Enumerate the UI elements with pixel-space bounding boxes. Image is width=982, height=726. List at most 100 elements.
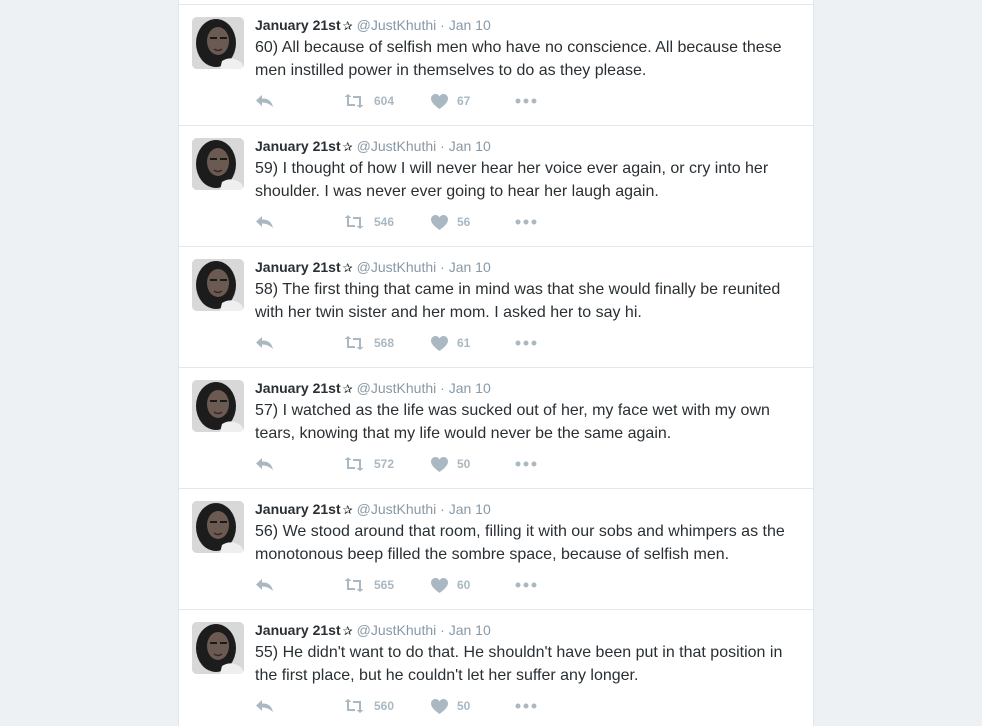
like-button[interactable]: 67 — [431, 91, 470, 111]
more-dots-icon — [515, 219, 537, 225]
tweet-date[interactable]: Jan 10 — [449, 501, 491, 517]
retweet-button[interactable]: 546 — [343, 212, 394, 232]
author-handle[interactable]: @JustKhuthi — [357, 17, 437, 33]
tweet-item[interactable]: January 21st ✰ @JustKhuthi · Jan 10 55) He… — [179, 609, 813, 726]
like-button[interactable]: 61 — [431, 333, 470, 353]
author-handle[interactable]: @JustKhuthi — [357, 138, 437, 154]
reply-button[interactable] — [255, 212, 274, 232]
tweet-date[interactable]: Jan 10 — [449, 380, 491, 396]
tweet-header: January 21st ✰ @JustKhuthi · Jan 10 — [255, 379, 491, 398]
author-handle[interactable]: @JustKhuthi — [357, 622, 437, 638]
tweet-item[interactable]: January 21st ✰ @JustKhuthi · Jan 10 60) Al… — [179, 4, 813, 125]
heart-icon — [431, 698, 448, 714]
tweet-header: January 21st ✰ @JustKhuthi · Jan 10 — [255, 500, 491, 519]
heart-icon — [431, 214, 448, 230]
avatar[interactable] — [192, 17, 244, 69]
tweet-header: January 21st ✰ @JustKhuthi · Jan 10 — [255, 621, 491, 640]
retweet-count: 604 — [374, 94, 395, 108]
separator: · — [440, 501, 445, 517]
more-dots-icon — [515, 98, 537, 104]
author-name[interactable]: January 21st — [255, 259, 341, 275]
like-button[interactable]: 56 — [431, 212, 470, 232]
heart-icon — [431, 335, 448, 351]
more-button[interactable] — [515, 696, 537, 716]
like-button[interactable]: 60 — [431, 575, 470, 595]
retweet-count: 568 — [374, 336, 395, 350]
tweet-date[interactable]: Jan 10 — [449, 622, 491, 638]
tweet-actions: 572 50 — [255, 454, 655, 474]
star-icon: ✰ — [342, 382, 353, 396]
timeline: January 21st ✰ @JustKhuthi · Jan 10 60) Al… — [178, 0, 814, 726]
reply-icon — [256, 337, 273, 349]
more-dots-icon — [515, 582, 537, 588]
like-count: 50 — [457, 457, 471, 471]
tweet-text: 57) I watched as the life was sucked out… — [255, 402, 770, 442]
separator: · — [440, 138, 445, 154]
tweet-text: 58) The first thing that came in mind wa… — [255, 281, 781, 321]
star-icon: ✰ — [342, 503, 353, 517]
retweet-button[interactable]: 572 — [343, 454, 394, 474]
more-button[interactable] — [515, 91, 537, 111]
like-button[interactable]: 50 — [431, 696, 470, 716]
tweet-actions: 546 56 — [255, 212, 655, 232]
retweet-count: 565 — [374, 578, 395, 592]
author-handle[interactable]: @JustKhuthi — [357, 380, 437, 396]
like-count: 56 — [457, 215, 471, 229]
reply-button[interactable] — [255, 575, 274, 595]
author-name[interactable]: January 21st — [255, 622, 341, 638]
retweet-button[interactable]: 565 — [343, 575, 394, 595]
retweet-button[interactable]: 560 — [343, 696, 394, 716]
more-dots-icon — [515, 340, 537, 346]
star-icon: ✰ — [342, 624, 353, 638]
reply-button[interactable] — [255, 333, 274, 353]
retweet-count: 560 — [374, 699, 395, 713]
heart-icon — [431, 456, 448, 472]
tweet-date[interactable]: Jan 10 — [449, 17, 491, 33]
heart-icon — [431, 93, 448, 109]
star-icon: ✰ — [342, 19, 353, 33]
tweet-text: 56) We stood around that room, filling i… — [255, 523, 785, 563]
author-handle[interactable]: @JustKhuthi — [357, 501, 437, 517]
reply-icon — [256, 700, 273, 712]
tweet-date[interactable]: Jan 10 — [449, 138, 491, 154]
more-button[interactable] — [515, 454, 537, 474]
separator: · — [440, 259, 445, 275]
more-button[interactable] — [515, 333, 537, 353]
retweet-icon — [344, 457, 364, 471]
retweet-button[interactable]: 568 — [343, 333, 394, 353]
retweet-count: 572 — [374, 457, 395, 471]
tweet-actions: 568 61 — [255, 333, 655, 353]
reply-button[interactable] — [255, 696, 274, 716]
tweet-actions: 604 67 — [255, 91, 655, 111]
tweet-date[interactable]: Jan 10 — [449, 259, 491, 275]
retweet-icon — [344, 578, 364, 592]
tweet-item[interactable]: January 21st ✰ @JustKhuthi · Jan 10 59) I … — [179, 125, 813, 246]
author-name[interactable]: January 21st — [255, 17, 341, 33]
more-button[interactable] — [515, 575, 537, 595]
avatar[interactable] — [192, 380, 244, 432]
reply-icon — [256, 579, 273, 591]
reply-button[interactable] — [255, 91, 274, 111]
tweet-item[interactable]: January 21st ✰ @JustKhuthi · Jan 10 56) We… — [179, 488, 813, 609]
reply-icon — [256, 458, 273, 470]
more-button[interactable] — [515, 212, 537, 232]
tweet-item[interactable]: January 21st ✰ @JustKhuthi · Jan 10 58) Th… — [179, 246, 813, 367]
avatar[interactable] — [192, 622, 244, 674]
author-name[interactable]: January 21st — [255, 501, 341, 517]
author-handle[interactable]: @JustKhuthi — [357, 259, 437, 275]
reply-button[interactable] — [255, 454, 274, 474]
tweet-header: January 21st ✰ @JustKhuthi · Jan 10 — [255, 16, 491, 35]
like-count: 60 — [457, 578, 471, 592]
like-button[interactable]: 50 — [431, 454, 470, 474]
author-name[interactable]: January 21st — [255, 380, 341, 396]
tweet-text: 55) He didn't want to do that. He should… — [255, 644, 783, 684]
avatar[interactable] — [192, 501, 244, 553]
tweet-item[interactable]: January 21st ✰ @JustKhuthi · Jan 10 57) I … — [179, 367, 813, 488]
avatar[interactable] — [192, 259, 244, 311]
retweet-button[interactable]: 604 — [343, 91, 394, 111]
avatar[interactable] — [192, 138, 244, 190]
retweet-icon — [344, 336, 364, 350]
retweet-icon — [344, 94, 364, 108]
author-name[interactable]: January 21st — [255, 138, 341, 154]
star-icon: ✰ — [342, 140, 353, 154]
